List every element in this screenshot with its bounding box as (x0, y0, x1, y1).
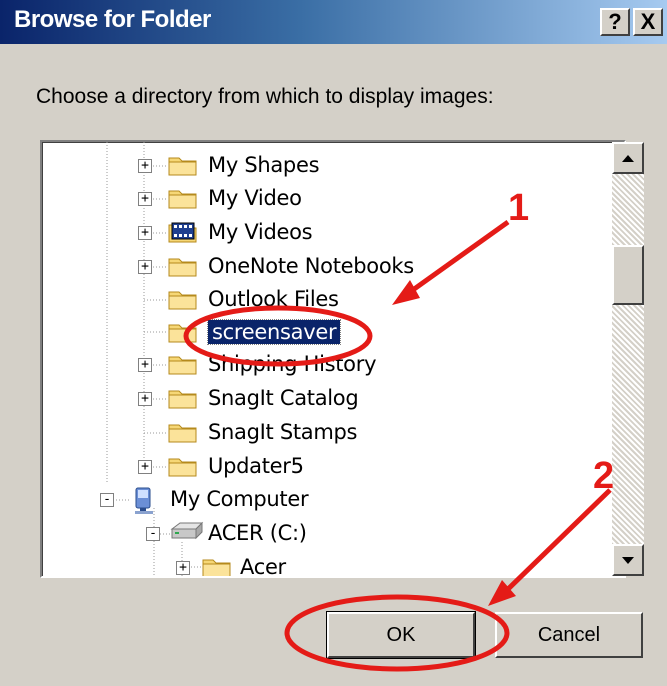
tree-item-label[interactable]: screensaver (206, 319, 342, 345)
tree-item-label[interactable]: Shipping History (208, 352, 377, 376)
expand-icon[interactable]: + (176, 561, 190, 575)
folder-icon (168, 153, 198, 177)
cancel-button[interactable]: Cancel (495, 612, 643, 658)
tree-item[interactable]: + Updater5 (42, 451, 612, 485)
tree-item[interactable]: screensaver (42, 317, 612, 351)
expand-icon[interactable]: + (138, 460, 152, 474)
expand-icon[interactable]: + (138, 159, 152, 173)
scroll-down-button[interactable] (612, 544, 644, 576)
tree-item[interactable]: SnagIt Stamps (42, 417, 612, 451)
tree-item[interactable]: + My Video (42, 183, 612, 217)
tree-item[interactable]: + Acer (42, 552, 612, 576)
folder-icon (168, 386, 198, 410)
tree-item-label[interactable]: My Shapes (208, 153, 320, 177)
folder-icon (202, 555, 232, 576)
tree-item-label[interactable]: Updater5 (208, 454, 304, 478)
folder-icon (168, 320, 198, 344)
tree-item[interactable]: + OneNote Notebooks (42, 251, 612, 285)
folder-tree[interactable]: + My Shapes + My Video + My Videos + OneNote No… (40, 140, 626, 578)
arrow-down-icon (622, 557, 634, 564)
tree-item-label[interactable]: Acer (240, 555, 286, 576)
tree-item[interactable]: - ACER (C:) (42, 518, 612, 552)
expand-icon[interactable]: + (138, 260, 152, 274)
tree-item[interactable]: - My Computer (42, 484, 612, 518)
browse-for-folder-dialog: Browse for Folder ? X Choose a directory… (0, 0, 667, 686)
scroll-up-button[interactable] (612, 142, 644, 174)
folder-icon (168, 352, 198, 376)
title-bar[interactable]: Browse for Folder ? X (0, 0, 667, 44)
folder-icon (168, 420, 198, 444)
arrow-head-2 (488, 580, 516, 606)
dialog-title: Browse for Folder (14, 6, 211, 33)
tree-item[interactable]: Outlook Files (42, 284, 612, 318)
tree-item[interactable]: + My Shapes (42, 150, 612, 184)
tree-item-label[interactable]: My Videos (208, 220, 313, 244)
close-button[interactable]: X (633, 8, 663, 36)
tree-item-label[interactable]: SnagIt Catalog (208, 386, 359, 410)
collapse-icon[interactable]: - (100, 493, 114, 507)
scroll-thumb[interactable] (612, 245, 644, 305)
tree-item[interactable]: + My Videos (42, 217, 612, 251)
ok-button[interactable]: OK (326, 611, 476, 659)
arrow-up-icon (622, 155, 634, 162)
expand-icon[interactable]: + (138, 358, 152, 372)
instruction-text: Choose a directory from which to display… (36, 85, 494, 108)
folder-icon (168, 254, 198, 278)
expand-icon[interactable]: + (138, 392, 152, 406)
tree-item-label[interactable]: SnagIt Stamps (208, 420, 358, 444)
tree-item-label[interactable]: My Video (208, 186, 302, 210)
tree-item-label[interactable]: OneNote Notebooks (208, 254, 414, 278)
tree-item-label[interactable]: Outlook Files (208, 287, 339, 311)
computer-icon (130, 487, 160, 514)
help-button[interactable]: ? (600, 8, 630, 36)
tree-item[interactable]: + SnagIt Catalog (42, 383, 612, 417)
expand-icon[interactable]: + (138, 226, 152, 240)
tree-item[interactable]: + Shipping History (42, 349, 612, 383)
vertical-scrollbar[interactable] (612, 142, 644, 576)
folder-icon (168, 454, 198, 478)
drive-icon (170, 521, 204, 545)
video-folder-icon (168, 220, 198, 244)
tree-item-label[interactable]: ACER (C:) (208, 521, 307, 545)
collapse-icon[interactable]: - (146, 527, 160, 541)
folder-icon (168, 186, 198, 210)
tree-item-label[interactable]: My Computer (170, 487, 309, 511)
expand-icon[interactable]: + (138, 192, 152, 206)
folder-icon (168, 287, 198, 311)
